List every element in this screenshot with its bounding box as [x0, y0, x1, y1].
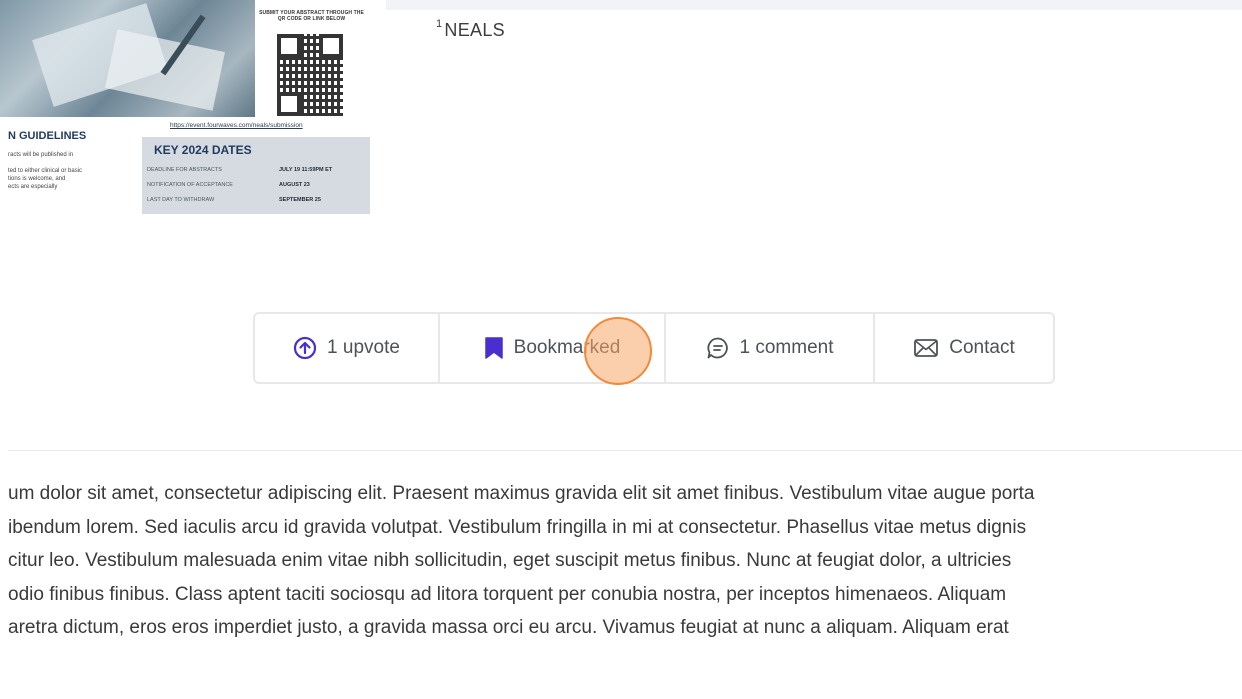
affiliation: 1 NEALS — [436, 18, 505, 41]
contact-button[interactable]: Contact — [875, 314, 1053, 382]
poster-qr-area: SUBMIT YOUR ABSTRACT THROUGH THE QR CODE… — [255, 0, 368, 117]
section-divider — [8, 450, 1242, 451]
poster-submit-text: SUBMIT YOUR ABSTRACT THROUGH THE QR CODE… — [259, 10, 364, 22]
mail-icon — [914, 339, 939, 357]
affiliation-number: 1 — [436, 18, 443, 30]
text-line: odio finibus finibus. Class aptent tacit… — [8, 583, 1007, 605]
comment-label: 1 comment — [739, 337, 834, 358]
qr-code-icon — [277, 34, 343, 116]
contact-label: Contact — [949, 337, 1015, 358]
bookmark-icon — [484, 337, 503, 359]
action-bar: 1 upvote Bookmarked 1 comment Contact — [253, 312, 1055, 384]
arrow-up-circle-icon — [293, 336, 317, 360]
text-line: citur leo. Vestibulum malesuada enim vit… — [8, 550, 1012, 571]
poster-date-row: LAST DAY TO WITHDRAW SEPTEMBER 25 — [147, 197, 321, 203]
poster-dates-title: KEY 2024 DATES — [154, 143, 252, 157]
poster-date-row: NOTIFICATION OF ACCEPTANCE AUGUST 23 — [147, 182, 310, 188]
poster-photo — [0, 0, 255, 117]
text-line: aretra dictum, eros eros imperdiet justo… — [8, 617, 1009, 638]
poster-key-dates: KEY 2024 DATES DEADLINE FOR ABSTRACTS JUL… — [142, 137, 370, 214]
poster-guidelines-title: N GUIDELINES — [8, 130, 87, 142]
affiliation-name: NEALS — [444, 20, 505, 40]
text-line: um dolor sit amet, consectetur adipiscin… — [8, 483, 1035, 504]
abstract-text: um dolor sit amet, consectetur adipiscin… — [8, 477, 1242, 645]
poster-thumbnail[interactable]: SUBMIT YOUR ABSTRACT THROUGH THE QR CODE… — [0, 0, 386, 229]
bookmark-label: Bookmarked — [513, 337, 621, 358]
poster-guidelines-text: racts will be published in ted to either… — [8, 152, 83, 190]
upvote-label: 1 upvote — [327, 337, 400, 358]
comment-icon — [706, 337, 728, 359]
upvote-button[interactable]: 1 upvote — [255, 314, 440, 382]
bookmark-button[interactable]: Bookmarked — [440, 314, 666, 382]
poster-link: https://event.fourwaves.com/neals/submis… — [170, 122, 303, 129]
poster-date-row: DEADLINE FOR ABSTRACTS JULY 19 11:59PM ET — [147, 167, 333, 173]
text-line: ibendum lorem. Sed iaculis arcu id gravi… — [8, 516, 1027, 538]
comment-button[interactable]: 1 comment — [666, 314, 875, 382]
